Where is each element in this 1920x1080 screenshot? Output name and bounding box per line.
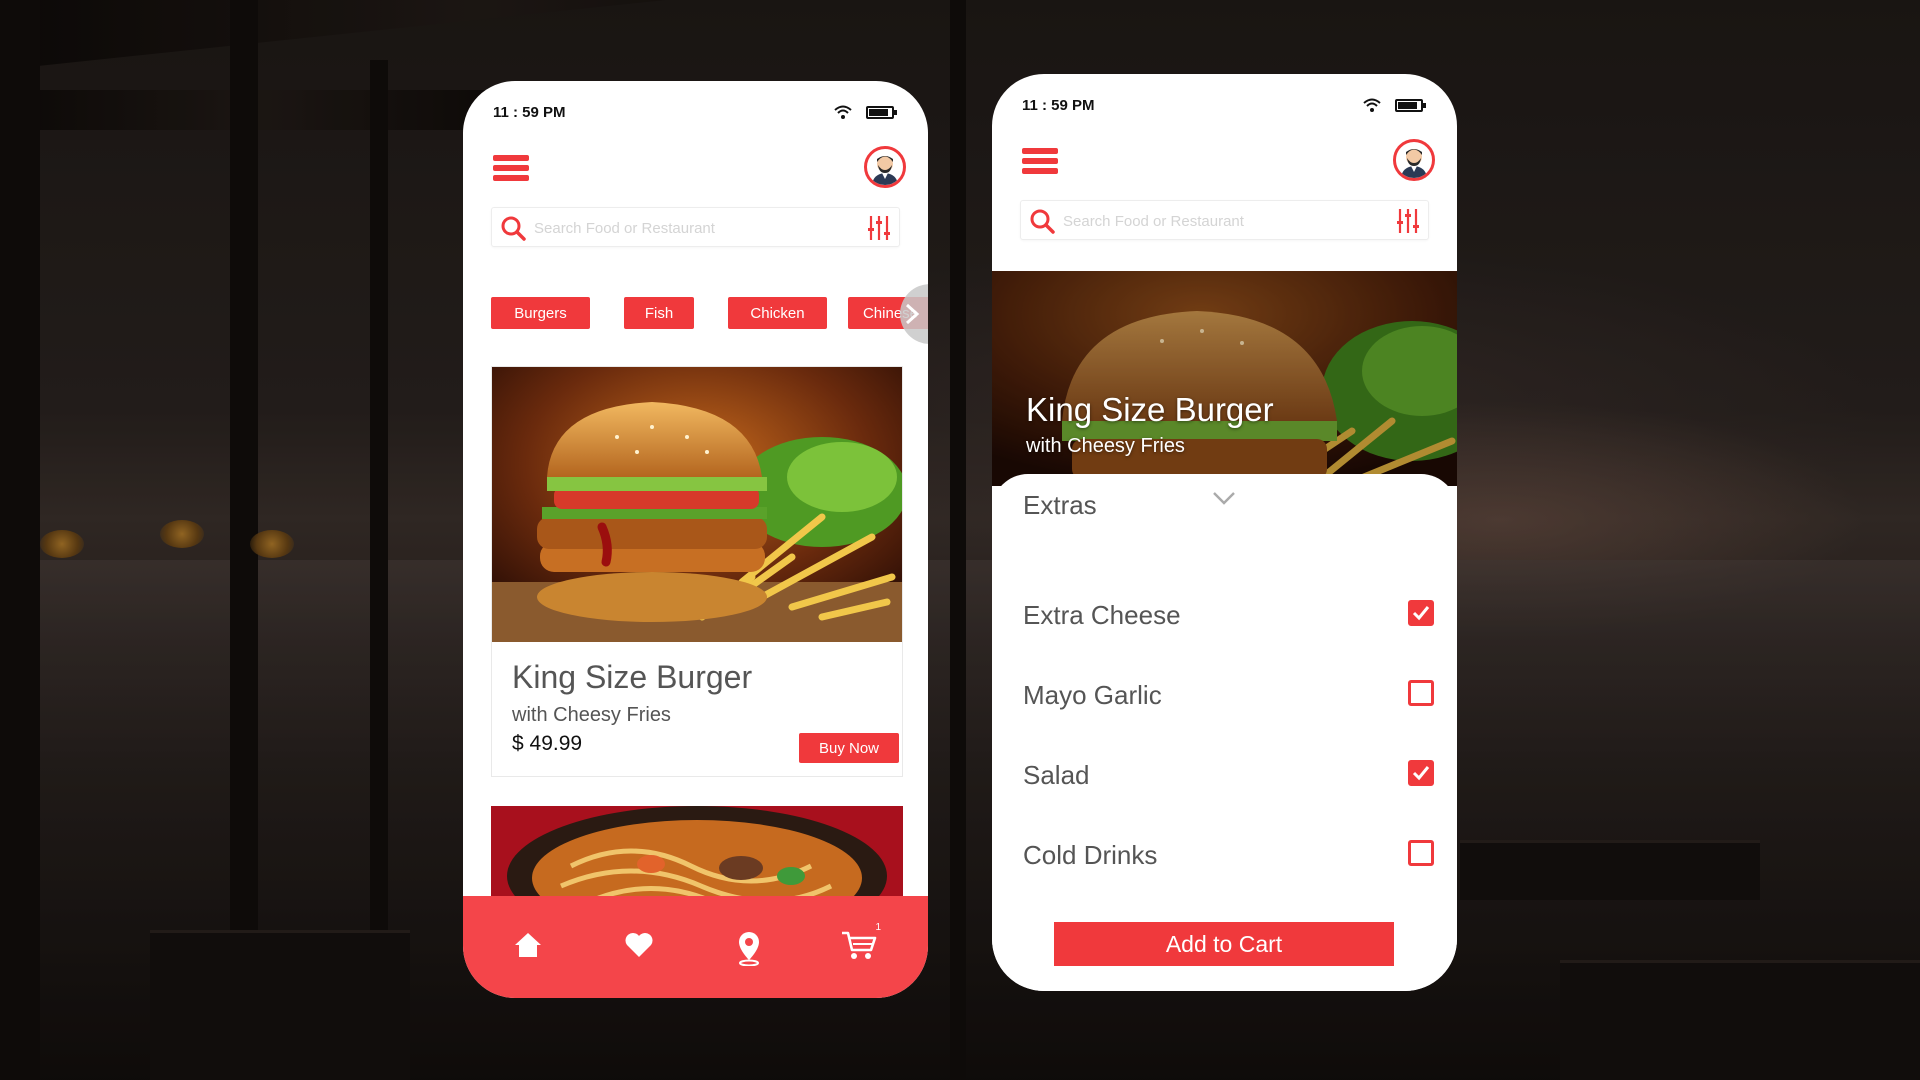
search-input[interactable] xyxy=(1063,209,1363,233)
status-bar: 11 : 59 PM xyxy=(493,97,897,127)
add-to-cart-button[interactable]: Add to Cart xyxy=(1054,922,1394,966)
location-pin-icon[interactable] xyxy=(735,930,763,966)
mayo-garlic-checkbox[interactable] xyxy=(1408,680,1434,706)
filter-sliders-icon[interactable] xyxy=(1396,207,1420,235)
battery-icon xyxy=(1395,98,1426,112)
buy-now-button[interactable]: Buy Now xyxy=(799,733,899,763)
chevron-right-icon xyxy=(905,303,920,325)
cold-drinks-checkbox[interactable] xyxy=(1408,840,1434,866)
category-chip-fish[interactable]: Fish xyxy=(624,297,694,329)
user-avatar[interactable] xyxy=(1393,139,1435,181)
extra-option-label: Salad xyxy=(1023,760,1090,790)
hero-image: King Size Burger with Cheesy Fries xyxy=(992,271,1457,486)
wifi-icon xyxy=(834,105,852,119)
background-scene xyxy=(0,0,1920,1080)
category-chips: Burgers Fish Chicken Chinese xyxy=(491,297,928,331)
extra-option-label: Extra Cheese xyxy=(1023,600,1181,630)
extra-option-row[interactable]: Salad xyxy=(1023,754,1434,794)
battery-icon xyxy=(866,105,897,119)
user-avatar-icon xyxy=(872,156,898,185)
search-icon[interactable] xyxy=(1029,208,1055,234)
extra-cheese-checkbox[interactable] xyxy=(1408,600,1434,626)
search-bar xyxy=(491,207,900,247)
category-next-button[interactable] xyxy=(900,284,928,344)
checkmark-icon xyxy=(1412,766,1430,781)
hamburger-menu-button[interactable] xyxy=(493,155,529,181)
cart-tab[interactable]: 1 xyxy=(841,922,881,962)
checkmark-icon xyxy=(1412,606,1430,621)
status-time: 11 : 59 PM xyxy=(493,103,566,121)
extra-option-row[interactable]: Mayo Garlic xyxy=(1023,674,1434,714)
cart-icon xyxy=(842,931,877,959)
search-bar xyxy=(1020,200,1429,240)
hero-title: King Size Burger xyxy=(1026,391,1274,428)
category-chip-burgers[interactable]: Burgers xyxy=(491,297,590,329)
hamburger-menu-button[interactable] xyxy=(1022,148,1058,174)
phone-product-detail-screen: 11 : 59 PM Search Food or Restaurant Kin… xyxy=(992,74,1457,991)
status-bar: 11 : 59 PM xyxy=(1022,90,1426,120)
extra-option-row[interactable]: Cold Drinks xyxy=(1023,834,1434,874)
heart-icon[interactable] xyxy=(624,930,654,960)
user-avatar[interactable] xyxy=(864,146,906,188)
phone-home-screen: 11 : 59 PM Search Food or Restaurant Bur… xyxy=(463,81,928,998)
user-avatar-icon xyxy=(1401,149,1427,178)
chevron-down-icon[interactable] xyxy=(1212,490,1236,506)
product-subtitle: with Cheesy Fries xyxy=(512,704,671,726)
home-icon[interactable] xyxy=(513,930,543,960)
status-time: 11 : 59 PM xyxy=(1022,96,1095,114)
extras-sheet: Extras Extra Cheese Mayo Garlic Salad Co… xyxy=(992,474,1457,991)
wifi-icon xyxy=(1363,98,1381,112)
extras-title: Extras xyxy=(1023,490,1097,520)
extra-option-row[interactable]: Extra Cheese xyxy=(1023,594,1434,634)
search-icon[interactable] xyxy=(500,215,526,241)
extra-option-label: Mayo Garlic xyxy=(1023,680,1162,710)
hero-subtitle: with Cheesy Fries xyxy=(1026,435,1185,457)
product-price: $ 49.99 xyxy=(512,732,583,755)
bottom-tab-bar: 1 xyxy=(463,896,928,998)
filter-sliders-icon[interactable] xyxy=(867,214,891,242)
product-card[interactable]: King Size Burger with Cheesy Fries $ 49.… xyxy=(491,366,903,777)
search-input[interactable] xyxy=(534,216,834,240)
product-title: King Size Burger xyxy=(512,659,753,695)
burger-image xyxy=(492,367,902,642)
category-chip-chicken[interactable]: Chicken xyxy=(728,297,827,329)
salad-checkbox[interactable] xyxy=(1408,760,1434,786)
cart-count-badge: 1 xyxy=(875,922,881,933)
extra-option-label: Cold Drinks xyxy=(1023,840,1158,870)
